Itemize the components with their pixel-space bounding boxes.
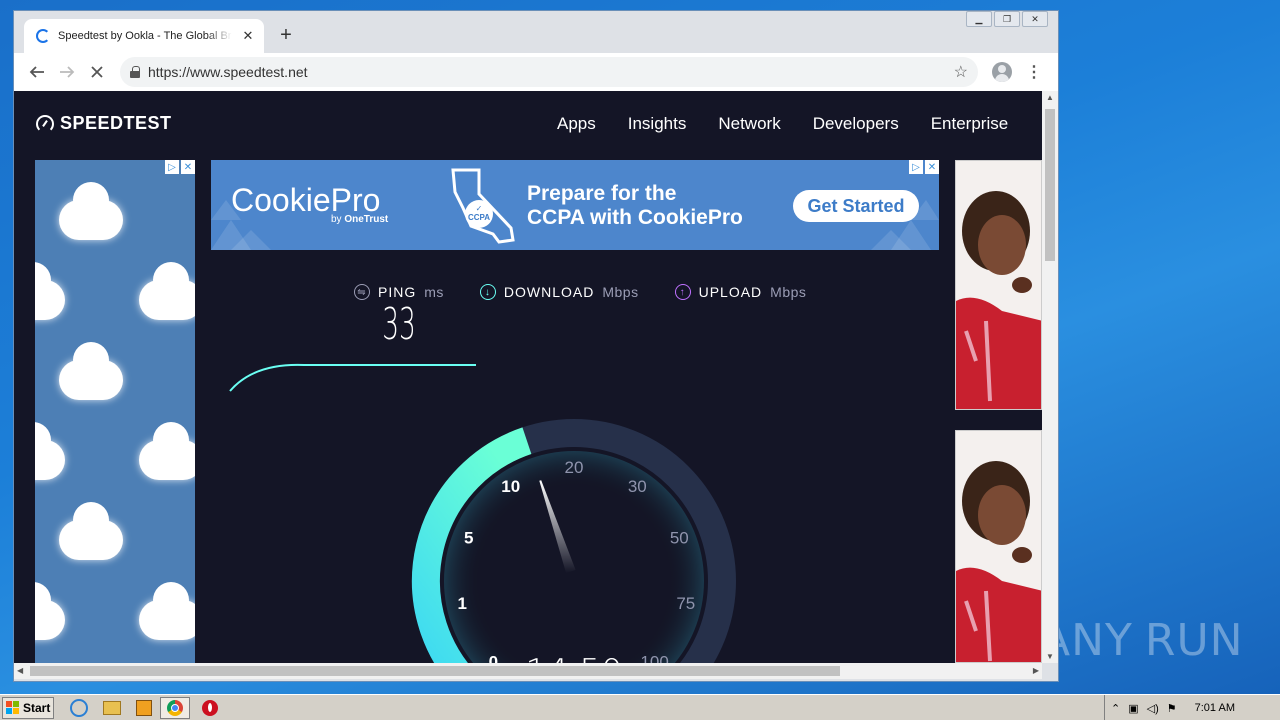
scroll-left-icon[interactable]: ◀: [17, 666, 23, 675]
vertical-scroll-thumb[interactable]: [1045, 109, 1055, 261]
tab-speedtest[interactable]: Speedtest by Ookla - The Global Broadban…: [24, 19, 264, 53]
horizontal-scrollbar[interactable]: ◀ ▶: [14, 663, 1042, 679]
taskbar: Start ⌃ ▣ ◁) ⚑ 7:01 AM: [0, 694, 1280, 720]
scroll-down-icon[interactable]: ▼: [1046, 652, 1054, 661]
page-viewport: SPEEDTEST Apps Insights Network Develope…: [14, 91, 1042, 663]
window-controls: ▁ ❐ ✕: [964, 11, 1048, 27]
windows-logo-icon: [6, 700, 19, 714]
horizontal-scroll-thumb[interactable]: [30, 666, 840, 676]
gauge-tick-30: 30: [628, 477, 647, 496]
profile-avatar-icon[interactable]: [992, 62, 1012, 82]
maximize-button[interactable]: ❐: [994, 11, 1020, 27]
quicklaunch-ie-icon[interactable]: [70, 698, 88, 717]
tab-close-icon[interactable]: ✕: [240, 28, 256, 44]
gauge-speed-value: 14.50: [525, 652, 622, 663]
start-label: Start: [23, 700, 51, 715]
browser-toolbar: https://www.speedtest.net ☆ ⋮: [14, 53, 1058, 91]
gauge-tick-10: 10: [501, 477, 520, 496]
quicklaunch-opera-icon[interactable]: [202, 699, 218, 716]
url-text: https://www.speedtest.net: [148, 64, 308, 80]
quicklaunch-media-icon[interactable]: [136, 699, 152, 716]
speed-gauge: 0 1 5 10 20 30 50 75 100 14.50: [229, 363, 736, 663]
tray-expand-icon[interactable]: ⌃: [1111, 702, 1120, 715]
gauge-tick-1: 1: [457, 594, 466, 613]
watermark-right: RUN: [1144, 614, 1244, 666]
gauge-tick-0: 0: [489, 653, 498, 663]
back-button[interactable]: [22, 57, 52, 87]
back-arrow-icon: [29, 66, 44, 78]
browser-window: Speedtest by Ookla - The Global Broadban…: [13, 10, 1059, 682]
bookmark-star-icon[interactable]: ☆: [954, 62, 968, 82]
gauge-tick-20: 20: [565, 458, 584, 477]
volume-icon[interactable]: ◁): [1147, 702, 1159, 715]
close-window-button[interactable]: ✕: [1022, 11, 1048, 27]
gauge-tick-50: 50: [670, 528, 689, 547]
new-tab-button[interactable]: +: [276, 25, 296, 45]
network-icon[interactable]: ▣: [1128, 702, 1138, 715]
vertical-scrollbar[interactable]: ▲ ▼: [1042, 91, 1058, 663]
tab-title: Speedtest by Ookla - The Global Broadban…: [58, 30, 232, 42]
tab-strip: Speedtest by Ookla - The Global Broadban…: [14, 11, 1058, 53]
minimize-button[interactable]: ▁: [966, 11, 992, 27]
scroll-right-icon[interactable]: ▶: [1033, 666, 1039, 675]
anyrun-watermark: ANY RUN: [1040, 605, 1243, 675]
browser-menu-icon[interactable]: ⋮: [1026, 62, 1042, 82]
ping-graph-line: [229, 363, 476, 392]
gauge-tick-100: 100: [640, 653, 668, 663]
loading-spinner-icon: [36, 29, 50, 43]
clock[interactable]: 7:01 AM: [1195, 702, 1235, 714]
forward-button[interactable]: [52, 57, 82, 87]
address-bar[interactable]: https://www.speedtest.net ☆: [120, 57, 978, 87]
gauge-inner-glow: [444, 451, 704, 663]
start-button[interactable]: Start: [2, 696, 54, 719]
gauge-tick-75: 75: [676, 594, 695, 613]
stop-button[interactable]: [82, 57, 112, 87]
gauge-tick-5: 5: [464, 528, 473, 547]
taskbar-chrome-button[interactable]: [160, 696, 190, 719]
flag-icon[interactable]: ⚑: [1167, 702, 1177, 715]
quicklaunch-explorer-icon[interactable]: [103, 700, 121, 715]
lock-icon: [130, 66, 140, 78]
system-tray: ⌃ ▣ ◁) ⚑ 7:01 AM: [1104, 695, 1280, 720]
stop-icon: [91, 66, 103, 78]
forward-arrow-icon: [60, 66, 75, 78]
chrome-icon: [167, 699, 183, 716]
scroll-up-icon[interactable]: ▲: [1046, 93, 1054, 102]
